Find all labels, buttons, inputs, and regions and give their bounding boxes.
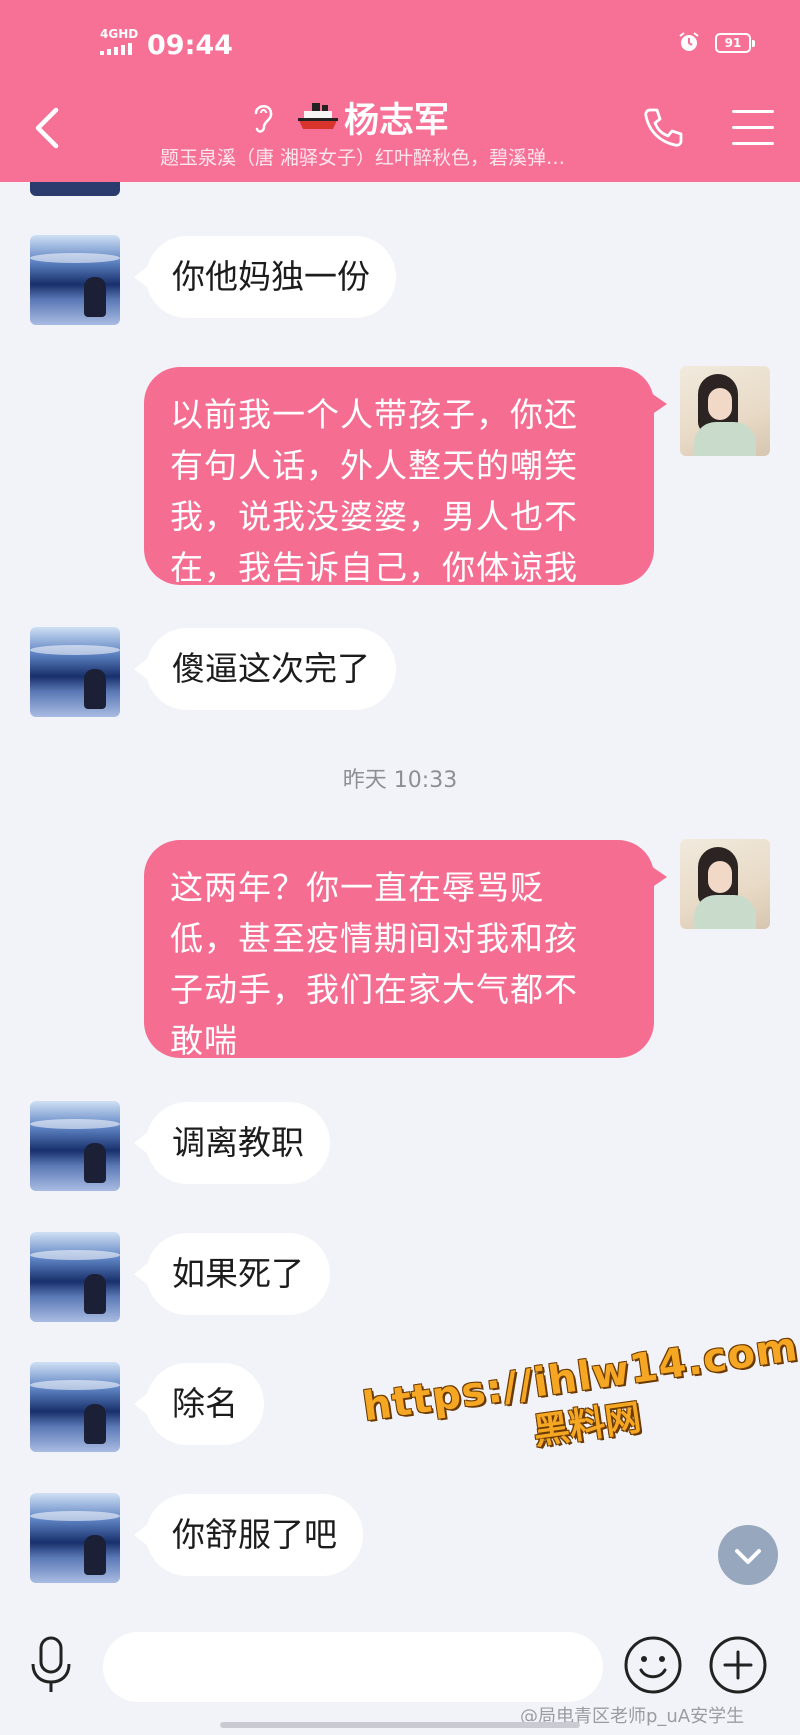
ear-icon	[254, 105, 273, 133]
incoming-message[interactable]: 你舒服了吧	[134, 1494, 363, 1576]
outgoing-message[interactable]: 这两年？你一直在辱骂贬 低，甚至疫情期间对我和孩 子动手，我们在家大气都不 敢喘	[144, 840, 667, 1060]
message-line: 有句人话，外人整天的嘲笑	[170, 446, 578, 485]
microphone-icon[interactable]	[28, 1634, 74, 1698]
chat-title: 杨志军	[344, 100, 450, 141]
home-indicator	[220, 1722, 580, 1728]
contact-avatar[interactable]	[30, 235, 120, 325]
message-line: 这两年？你一直在辱骂贬	[170, 868, 544, 907]
ship-icon	[298, 103, 338, 129]
chat-header: 4GHD 09:44 91 杨志军 题玉泉溪（唐 湘驿女子）红叶醉秋色，碧溪弹…	[0, 0, 800, 182]
site-watermark: https://ihlw14.com 黑料网	[360, 1324, 800, 1478]
back-button[interactable]	[28, 104, 68, 152]
message-line: 低，甚至疫情期间对我和孩	[170, 919, 578, 958]
message-line: 我，说我没婆婆，男人也不	[170, 497, 578, 536]
battery-indicator: 91	[715, 33, 755, 53]
chat-title-group[interactable]: 杨志军	[250, 94, 450, 141]
phone-icon[interactable]	[640, 104, 686, 150]
outgoing-message[interactable]: 以前我一个人带孩子，你还 有句人话，外人整天的嘲笑 我，说我没婆婆，男人也不 在…	[144, 367, 667, 587]
scroll-to-bottom-button[interactable]	[718, 1525, 778, 1585]
network-type: 4GHD	[100, 27, 139, 41]
contact-avatar[interactable]	[30, 627, 120, 717]
plus-icon[interactable]	[707, 1634, 769, 1696]
avatar-partial	[30, 182, 120, 196]
incoming-message[interactable]: 调离教职	[134, 1102, 330, 1184]
message-input[interactable]	[103, 1632, 603, 1702]
message-line: 子动手，我们在家大气都不	[170, 970, 578, 1009]
menu-icon[interactable]	[732, 110, 774, 146]
message-line: 在，我告诉自己，你体谅我	[170, 548, 578, 587]
my-avatar[interactable]	[680, 839, 770, 929]
incoming-message[interactable]: 傻逼这次完了	[134, 628, 396, 710]
message-line: 以前我一个人带孩子，你还	[170, 395, 578, 434]
incoming-message[interactable]: 除名	[134, 1363, 264, 1445]
contact-avatar[interactable]	[30, 1232, 120, 1322]
my-avatar[interactable]	[680, 366, 770, 456]
contact-avatar[interactable]	[30, 1101, 120, 1191]
incoming-message[interactable]: 你他妈独一份	[134, 236, 396, 318]
alarm-icon	[679, 32, 699, 51]
incoming-message[interactable]: 如果死了	[134, 1233, 330, 1315]
signal-icon	[100, 43, 134, 55]
message-line: 敢喘	[170, 1021, 238, 1060]
contact-avatar[interactable]	[30, 1362, 120, 1452]
chevron-down-icon	[735, 1549, 761, 1564]
contact-avatar[interactable]	[30, 1493, 120, 1583]
status-time: 09:44	[147, 30, 233, 61]
emoji-icon[interactable]	[622, 1634, 684, 1696]
message-timestamp: 昨天 10:33	[342, 768, 458, 793]
chat-signature[interactable]: 题玉泉溪（唐 湘驿女子）红叶醉秋色，碧溪弹…	[160, 143, 565, 170]
